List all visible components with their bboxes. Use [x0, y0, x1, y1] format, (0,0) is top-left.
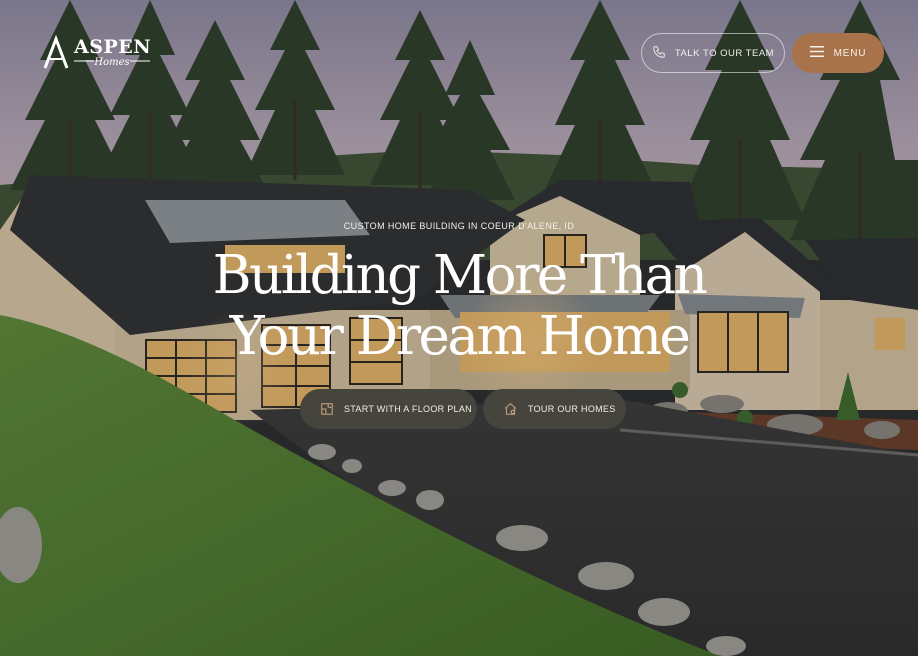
hamburger-icon — [809, 46, 824, 60]
brand-tagline: Homes — [93, 57, 129, 68]
talk-button-label: TALK TO OUR TEAM — [674, 47, 775, 59]
hero-headline: Building More Than Your Dream Home — [0, 245, 918, 367]
brand-name: ASPEN — [73, 36, 151, 58]
phone-icon — [652, 45, 666, 62]
logo-mark: ASPEN Homes — [43, 34, 151, 69]
tour-our-homes-button[interactable]: TOUR OUR HOMES — [483, 389, 626, 429]
start-with-floor-plan-button[interactable]: START WITH A FLOOR PLAN — [300, 389, 477, 429]
tour-button-label: TOUR OUR HOMES — [528, 404, 616, 414]
menu-button-label: MENU — [833, 47, 867, 59]
house-icon — [503, 402, 518, 416]
menu-button[interactable]: MENU — [792, 33, 884, 73]
headline-line-1: Building More Than — [212, 245, 708, 306]
hero-eyebrow: CUSTOM HOME BUILDING IN COEUR D'ALENE, I… — [343, 221, 575, 231]
hero-section: ASPEN Homes TALK TO OUR TEAM MENU CUSTOM… — [0, 0, 918, 656]
floor-plan-icon — [320, 402, 334, 416]
aspen-homes-logo[interactable]: ASPEN Homes — [42, 34, 154, 74]
talk-to-our-team-button[interactable]: TALK TO OUR TEAM — [641, 33, 785, 73]
floor-plan-button-label: START WITH A FLOOR PLAN — [344, 404, 472, 414]
headline-line-2: Your Dream Home — [229, 306, 691, 367]
